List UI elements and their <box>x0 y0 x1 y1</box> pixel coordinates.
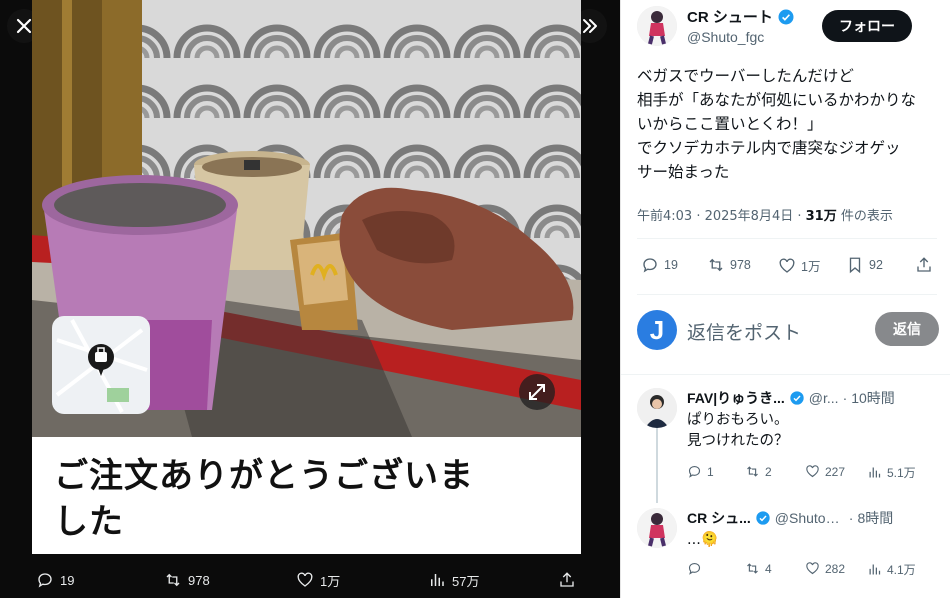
post-view-count: 31万 <box>805 209 837 224</box>
reply-reply-count: 1 <box>707 464 714 479</box>
repost-icon <box>709 258 723 272</box>
post-text-line: でクソデカホテル内で唐突なジオゲッ <box>637 139 901 157</box>
media-like-count: 1万 <box>320 573 341 589</box>
author-name[interactable]: CR シュート <box>687 6 773 27</box>
reply-avatar[interactable] <box>637 508 677 548</box>
reply-repost-count: 2 <box>765 464 772 479</box>
current-user-avatar[interactable]: J <box>637 310 677 350</box>
reply-repost-count: 4 <box>765 561 772 576</box>
bookmark-count: 92 <box>869 258 883 272</box>
media-repost-count: 978 <box>188 572 210 588</box>
reply-time[interactable]: 10時間 <box>851 388 895 408</box>
media-like-button[interactable]: 1万 <box>296 571 340 590</box>
share-icon <box>560 572 574 587</box>
media-reply-count: 19 <box>60 572 75 588</box>
media-view-count: 57万 <box>452 573 480 589</box>
post-text-line: サー始まった <box>637 163 730 181</box>
reply-repost-button[interactable]: 2 <box>745 464 772 479</box>
reply-reply-button[interactable]: 1 <box>687 464 714 479</box>
reply-view-count: 5.1万 <box>887 466 916 480</box>
reply-count: 19 <box>664 258 678 272</box>
divider <box>637 238 937 239</box>
post-detail-panel: CR シュート @Shuto_fgc フォロー ベガスでウーバーしたんだけど 相… <box>620 0 950 598</box>
post-timestamp[interactable]: 午前4:03 · 2025年8月4日 · <box>637 209 806 224</box>
reply-views-button[interactable]: 5.1万 <box>867 464 916 481</box>
heart-icon <box>779 258 795 273</box>
reply-button[interactable]: 19 <box>641 256 678 274</box>
verified-badge-icon <box>790 391 804 405</box>
follow-button[interactable]: フォロー <box>822 10 912 42</box>
share-button[interactable] <box>915 256 933 274</box>
media-views-button[interactable]: 57万 <box>428 571 479 590</box>
reply-icon <box>688 465 701 478</box>
analytics-icon <box>869 467 881 478</box>
reply-text-line: ぱりおもろい。 <box>687 412 789 428</box>
app-window: ご注文ありがとうございま した 19 978 1万 57万 CR シュート @S… <box>0 0 950 598</box>
repost-icon <box>747 466 758 477</box>
order-card-title-line2: した <box>54 502 124 542</box>
reply-input[interactable]: 返信をポスト <box>687 318 801 345</box>
repost-icon <box>747 563 758 574</box>
media-viewer: ご注文ありがとうございま した 19 978 1万 57万 <box>0 0 620 598</box>
reply-like-button[interactable]: 227 <box>805 464 845 479</box>
post-text-line: いからここ置いとくわ！」 <box>637 115 823 133</box>
repost-icon <box>166 573 180 587</box>
post-photo[interactable] <box>32 0 581 437</box>
reply-text-line: ...🫠 <box>687 532 719 548</box>
author-handle[interactable]: @Shuto_fgc <box>687 29 795 45</box>
reply-views-button[interactable]: 4.1万 <box>867 561 916 578</box>
reply-like-count: 227 <box>825 464 846 479</box>
reply-author-handle[interactable]: @r... <box>809 390 839 406</box>
repost-button[interactable]: 978 <box>707 256 751 274</box>
post-text: ベガスでウーバーしたんだけど 相手が「あなたが何処にいるかわかりな いからここ置… <box>637 64 937 184</box>
verified-badge-icon <box>778 9 794 24</box>
reply-like-count: 282 <box>825 561 846 576</box>
reply-like-button[interactable]: 282 <box>805 561 845 576</box>
post-text-line: ベガスでウーバーしたんだけど <box>637 67 854 85</box>
reply-author-name[interactable]: FAV|りゅうき... <box>687 388 785 408</box>
author-avatar[interactable] <box>637 6 677 46</box>
order-card-title-line1: ご注文ありがとうございま <box>54 456 474 496</box>
reply-author-handle[interactable]: @Shuto_... <box>775 510 845 526</box>
verified-badge-icon <box>756 511 770 525</box>
divider <box>621 374 950 375</box>
post-view-label: 件の表示 <box>836 209 893 224</box>
reply-icon <box>643 258 657 273</box>
reply-item[interactable]: CR シュ... @Shuto_... · 8時間 ...🫠 4 282 4.1… <box>637 508 937 598</box>
post-meta: 午前4:03 · 2025年8月4日 · 31万 件の表示 <box>637 205 893 224</box>
analytics-icon <box>431 574 444 586</box>
media-action-bar: 19 978 1万 57万 <box>0 562 620 598</box>
analytics-icon <box>869 564 881 575</box>
share-icon <box>917 257 931 272</box>
reply-submit-button[interactable]: 返信 <box>875 312 939 346</box>
reply-composer: J 返信をポスト 返信 <box>637 308 939 352</box>
reply-text-line: 見つけれたの？ <box>687 433 789 449</box>
post-action-bar: 19 978 1万 92 <box>637 256 937 280</box>
media-share-button[interactable] <box>558 571 576 589</box>
repost-count: 978 <box>730 258 751 272</box>
media-repost-button[interactable]: 978 <box>164 571 210 589</box>
like-button[interactable]: 1万 <box>778 256 820 275</box>
post-text-line: 相手が「あなたが何処にいるかわかりな <box>637 91 917 109</box>
heart-icon <box>806 562 819 575</box>
media-reply-button[interactable]: 19 <box>36 571 74 589</box>
reply-avatar[interactable] <box>637 388 677 428</box>
reply-author-name[interactable]: CR シュ... <box>687 508 751 528</box>
divider <box>637 294 937 295</box>
bookmark-button[interactable]: 92 <box>846 256 883 274</box>
reply-reply-button[interactable] <box>687 561 702 576</box>
post-author: CR シュート @Shuto_fgc <box>637 6 795 46</box>
reply-icon <box>38 573 52 588</box>
reply-repost-button[interactable]: 4 <box>745 561 772 576</box>
reply-item[interactable]: FAV|りゅうき... @r... · 10時間 ぱりおもろい。 見つけれたの？… <box>637 388 937 488</box>
heart-icon <box>297 572 313 587</box>
like-count: 1万 <box>801 260 821 274</box>
order-confirmation-card: ご注文ありがとうございま した <box>32 437 581 554</box>
reply-view-count: 4.1万 <box>887 563 916 577</box>
reply-time[interactable]: 8時間 <box>857 508 893 528</box>
reply-icon <box>688 562 701 575</box>
heart-icon <box>806 465 819 478</box>
bookmark-icon <box>849 257 861 274</box>
